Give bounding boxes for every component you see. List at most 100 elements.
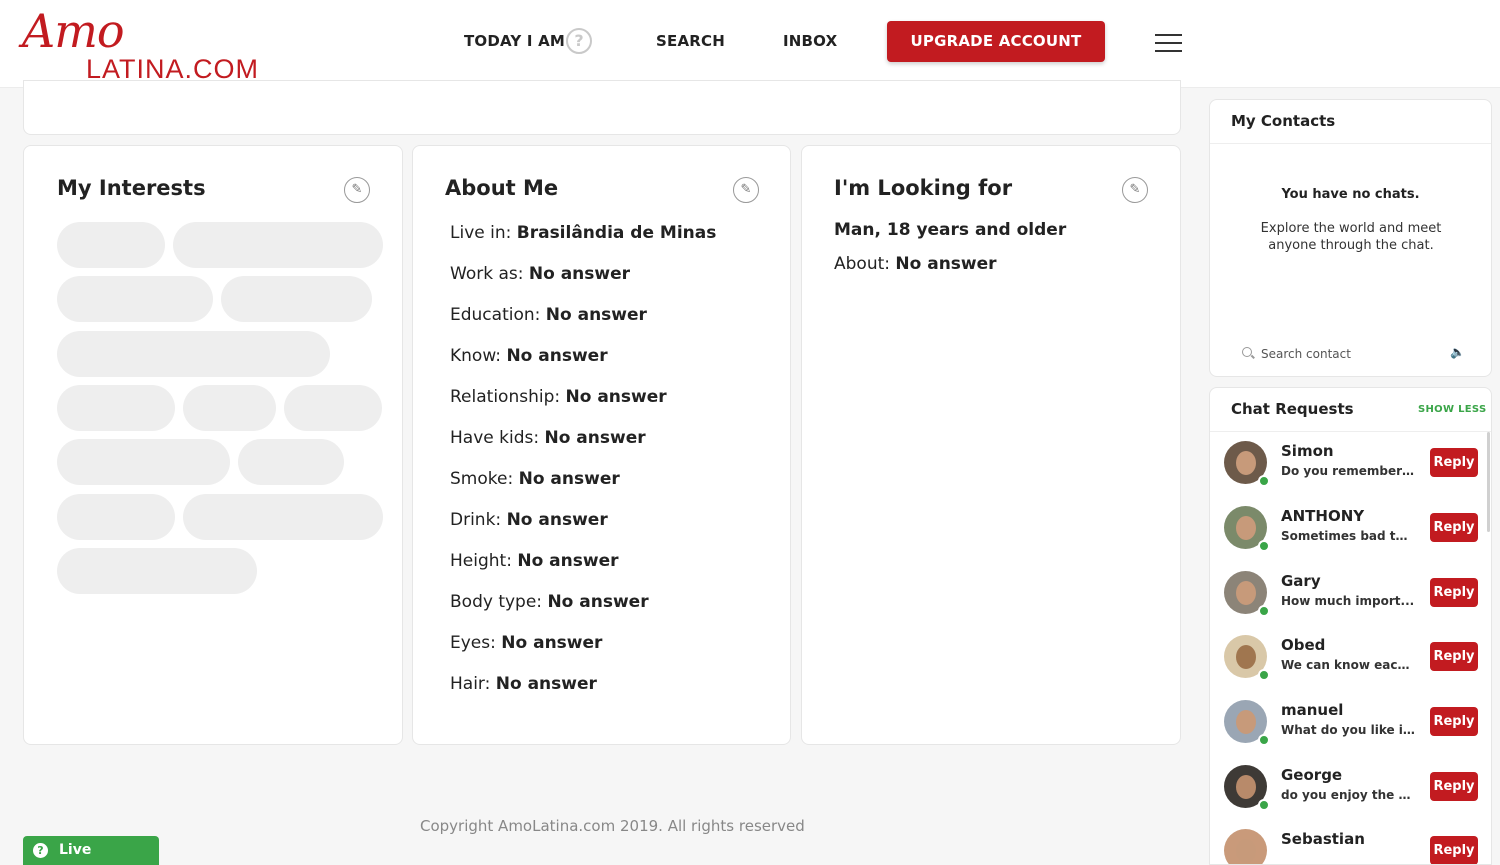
chat-request-item[interactable]: manuel What do you like i... Reply (1210, 700, 1491, 764)
online-indicator (1258, 540, 1270, 552)
reply-button[interactable]: Reply (1430, 707, 1478, 736)
interest-placeholder (57, 439, 230, 485)
chat-requests-title: Chat Requests (1231, 400, 1354, 418)
about-label: Height: (450, 551, 512, 571)
request-name: Gary (1281, 572, 1321, 590)
avatar-face (1236, 645, 1256, 669)
request-message: Sometimes bad thi... (1281, 529, 1416, 543)
about-value: Brasilândia de Minas (516, 223, 717, 243)
pencil-icon[interactable]: ✎ (344, 177, 370, 203)
copyright-text: Copyright AmoLatina.com 2019. All rights… (420, 817, 805, 835)
divider (1210, 431, 1491, 432)
about-row-height: Height: No answer (450, 551, 618, 571)
about-label: Hair: (450, 674, 491, 694)
chat-request-item[interactable]: George do you enjoy the p... Reply (1210, 765, 1491, 829)
question-circle-icon[interactable]: ? (566, 28, 592, 54)
request-name: manuel (1281, 701, 1344, 719)
about-value: No answer (545, 305, 647, 325)
about-label: Education: (450, 305, 541, 325)
hamburger-icon[interactable] (1155, 34, 1182, 54)
menu-line (1155, 42, 1182, 44)
no-chats-text: You have no chats. (1281, 187, 1420, 202)
about-value: No answer (547, 592, 649, 612)
about-label: Smoke: (450, 469, 514, 489)
profile-top-card (23, 80, 1181, 135)
interest-placeholder (173, 222, 383, 268)
about-value: No answer (506, 510, 608, 530)
about-label: Relationship: (450, 387, 561, 407)
my-contacts-title: My Contacts (1231, 112, 1336, 130)
about-value: No answer (544, 428, 646, 448)
looking-about-label: About: (834, 254, 890, 274)
chat-request-item[interactable]: Simon Do you remember ... Reply (1210, 441, 1491, 505)
pencil-icon[interactable]: ✎ (733, 177, 759, 203)
show-less-link[interactable]: SHOW LESS (1418, 404, 1486, 415)
interest-placeholder (57, 276, 213, 322)
about-value: No answer (517, 551, 619, 571)
my-contacts-panel: My Contacts You have no chats. Explore t… (1209, 99, 1492, 377)
interest-placeholder (238, 439, 344, 485)
about-row-know: Know: No answer (450, 346, 608, 366)
menu-line (1155, 50, 1182, 52)
speaker-icon[interactable]: 🔈 (1450, 345, 1465, 359)
online-indicator (1258, 734, 1270, 746)
pencil-icon[interactable]: ✎ (1122, 177, 1148, 203)
interest-placeholder (57, 494, 175, 540)
reply-button[interactable]: Reply (1430, 836, 1478, 864)
interest-placeholder (57, 331, 330, 377)
reply-button[interactable]: Reply (1430, 448, 1478, 477)
interest-placeholder (57, 385, 175, 431)
explore-text: Explore the world and meet anyone throug… (1260, 221, 1442, 253)
about-me-title: About Me (445, 176, 559, 200)
about-label: Live in: (450, 223, 512, 243)
chat-request-item[interactable]: Obed We can know each ... Reply (1210, 635, 1491, 699)
logo-script-text: Amo (22, 4, 125, 58)
reply-button[interactable]: Reply (1430, 578, 1478, 607)
chat-request-item[interactable]: Gary How much import... Reply (1210, 571, 1491, 635)
live-support-button[interactable]: ? Live Support (23, 836, 159, 865)
top-header: Amo LATINA.COM TODAY I AM ? SEARCH INBOX… (0, 0, 1500, 88)
looking-about-value: No answer (895, 254, 997, 274)
reply-button[interactable]: Reply (1430, 513, 1478, 542)
request-name: George (1281, 766, 1343, 784)
avatar[interactable] (1224, 829, 1267, 864)
request-message: Do you remember ... (1281, 464, 1416, 478)
interest-placeholder (284, 385, 382, 431)
about-label: Work as: (450, 264, 524, 284)
looking-for-title: I'm Looking for (834, 176, 1013, 200)
request-message: do you enjoy the p... (1281, 788, 1416, 802)
chat-request-item[interactable]: Sebastian Reply (1210, 829, 1491, 864)
search-icon (1242, 347, 1252, 357)
nav-inbox[interactable]: INBOX (783, 32, 837, 50)
request-message: We can know each ... (1281, 658, 1416, 672)
about-row-body-type: Body type: No answer (450, 592, 649, 612)
looking-for-summary: Man, 18 years and older (834, 220, 1067, 240)
looking-for-card: I'm Looking for ✎ Man, 18 years and olde… (801, 145, 1181, 745)
upgrade-account-button[interactable]: UPGRADE ACCOUNT (887, 21, 1105, 62)
site-logo[interactable]: Amo LATINA.COM (22, 4, 292, 84)
divider (1210, 143, 1491, 144)
looking-for-about: About: No answer (834, 254, 997, 274)
about-value: No answer (501, 633, 603, 653)
search-contact-input[interactable] (1261, 345, 1441, 363)
about-value: No answer (565, 387, 667, 407)
about-row-kids: Have kids: No answer (450, 428, 646, 448)
nav-search[interactable]: SEARCH (656, 32, 725, 50)
about-label: Drink: (450, 510, 502, 530)
nav-today-i-am[interactable]: TODAY I AM (464, 32, 565, 50)
about-label: Know: (450, 346, 502, 366)
avatar-face (1236, 516, 1256, 540)
reply-button[interactable]: Reply (1430, 642, 1478, 671)
about-row-live-in: Live in: Brasilândia de Minas (450, 223, 716, 243)
about-value: No answer (506, 346, 608, 366)
live-support-label: Live Support (59, 842, 92, 858)
avatar-face (1236, 710, 1256, 734)
about-row-education: Education: No answer (450, 305, 647, 325)
chat-request-item[interactable]: ANTHONY Sometimes bad thi... Reply (1210, 506, 1491, 570)
request-name: ANTHONY (1281, 507, 1365, 525)
interest-placeholder (183, 494, 383, 540)
chat-requests-panel: Chat Requests SHOW LESS Simon Do you rem… (1209, 387, 1492, 865)
about-label: Have kids: (450, 428, 540, 448)
reply-button[interactable]: Reply (1430, 772, 1478, 801)
interest-placeholder (221, 276, 372, 322)
